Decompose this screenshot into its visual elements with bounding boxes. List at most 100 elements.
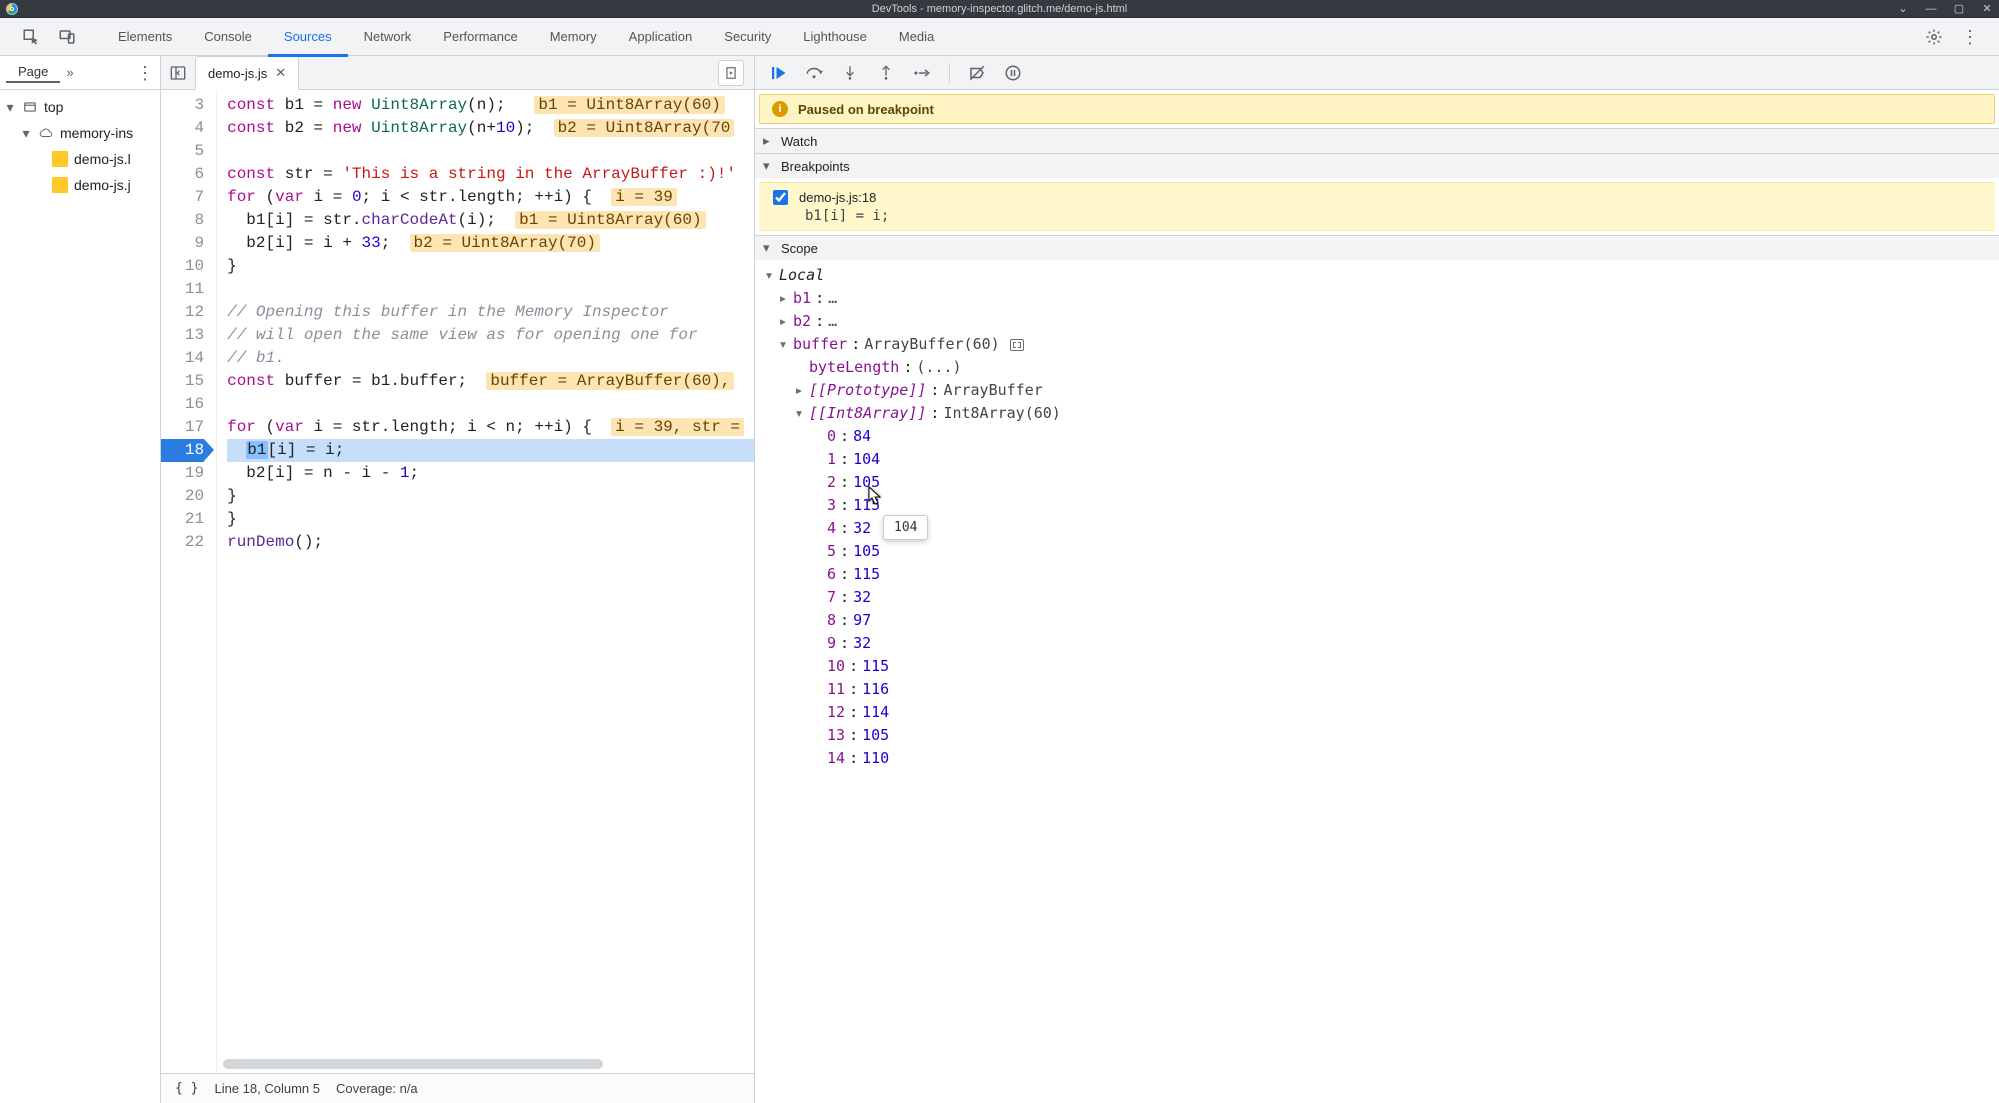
code-line[interactable]: [227, 278, 754, 301]
breakpoint-row[interactable]: demo-js.js:18 b1[i] = i;: [759, 182, 1995, 231]
code-editor[interactable]: 345678910111213141516171819202122 const …: [161, 90, 754, 1073]
code-line[interactable]: b1[i] = i;: [227, 439, 754, 462]
scope-array-item[interactable]: 12: 114: [755, 701, 1999, 724]
scope-var-b2[interactable]: ▸b2: …: [755, 310, 1999, 333]
minimize-icon[interactable]: —: [1925, 3, 1937, 15]
code-line[interactable]: // will open the same view as for openin…: [227, 324, 754, 347]
tree-file-0[interactable]: demo-js.l: [0, 146, 160, 172]
resume-icon[interactable]: [765, 60, 791, 86]
scope-var-buffer[interactable]: ▾buffer: ArrayBuffer(60): [755, 333, 1999, 356]
device-toolbar-icon[interactable]: [54, 24, 80, 50]
tab-network[interactable]: Network: [348, 18, 428, 56]
gutter-line[interactable]: 17: [161, 416, 204, 439]
scope-array-item[interactable]: 0: 84: [755, 425, 1999, 448]
gutter-line[interactable]: 3: [161, 94, 204, 117]
code-line[interactable]: for (var i = 0; i < str.length; ++i) { i…: [227, 186, 754, 209]
code-line[interactable]: // b1.: [227, 347, 754, 370]
code-line[interactable]: b2[i] = i + 33; b2 = Uint8Array(70): [227, 232, 754, 255]
gear-icon[interactable]: [1921, 24, 1947, 50]
code-line[interactable]: }: [227, 508, 754, 531]
tree-file-1[interactable]: demo-js.j: [0, 172, 160, 198]
step-out-icon[interactable]: [873, 60, 899, 86]
scope-array-item[interactable]: 13: 105: [755, 724, 1999, 747]
gutter-line[interactable]: 15: [161, 370, 204, 393]
code-line[interactable]: const buffer = b1.buffer; buffer = Array…: [227, 370, 754, 393]
code-line[interactable]: }: [227, 255, 754, 278]
scope-array-item[interactable]: 10: 115: [755, 655, 1999, 678]
gutter-line[interactable]: 21: [161, 508, 204, 531]
scope-var-b1[interactable]: ▸b1: …: [755, 287, 1999, 310]
code-line[interactable]: b2[i] = n - i - 1;: [227, 462, 754, 485]
gutter-line[interactable]: 9: [161, 232, 204, 255]
pane-watch-header[interactable]: ▸ Watch: [755, 129, 1999, 153]
breakpoint-checkbox[interactable]: [773, 190, 788, 205]
tab-lighthouse[interactable]: Lighthouse: [787, 18, 883, 56]
scope-local[interactable]: ▾Local: [755, 264, 1999, 287]
tab-application[interactable]: Application: [613, 18, 709, 56]
code-line[interactable]: const str = 'This is a string in the Arr…: [227, 163, 754, 186]
gutter-line[interactable]: 13: [161, 324, 204, 347]
tab-media[interactable]: Media: [883, 18, 950, 56]
gutter-line[interactable]: 22: [161, 531, 204, 554]
pretty-print-icon[interactable]: { }: [175, 1081, 198, 1096]
tab-memory[interactable]: Memory: [534, 18, 613, 56]
scope-array-item[interactable]: 11: 116: [755, 678, 1999, 701]
gutter-line[interactable]: 19: [161, 462, 204, 485]
inspect-element-icon[interactable]: [18, 24, 44, 50]
scope-array-item[interactable]: 9: 32: [755, 632, 1999, 655]
close-tab-icon[interactable]: ✕: [275, 65, 286, 81]
step-into-icon[interactable]: [837, 60, 863, 86]
more-menu-icon[interactable]: ⋮: [1957, 24, 1983, 50]
toggle-navigator-icon[interactable]: [165, 60, 191, 86]
editor-horizontal-scrollbar[interactable]: [219, 1059, 750, 1071]
code-line[interactable]: b1[i] = str.charCodeAt(i); b1 = Uint8Arr…: [227, 209, 754, 232]
scope-bytelength[interactable]: byteLength: (...): [755, 356, 1999, 379]
gutter-line[interactable]: 5: [161, 140, 204, 163]
navigator-tab-page[interactable]: Page: [6, 62, 60, 83]
scope-prototype[interactable]: ▸[[Prototype]]: ArrayBuffer: [755, 379, 1999, 402]
step-icon[interactable]: [909, 60, 935, 86]
scope-array-item[interactable]: 3: 115: [755, 494, 1999, 517]
gutter-line[interactable]: 11: [161, 278, 204, 301]
code-line[interactable]: [227, 140, 754, 163]
gutter-line[interactable]: 16: [161, 393, 204, 416]
gutter-line[interactable]: 14: [161, 347, 204, 370]
tab-security[interactable]: Security: [708, 18, 787, 56]
scope-array-item[interactable]: 4: 32: [755, 517, 1999, 540]
code-line[interactable]: runDemo();: [227, 531, 754, 554]
scope-int8array[interactable]: ▾[[Int8Array]]: Int8Array(60): [755, 402, 1999, 425]
code-line[interactable]: }: [227, 485, 754, 508]
pause-on-exceptions-icon[interactable]: [1000, 60, 1026, 86]
tab-sources[interactable]: Sources: [268, 18, 348, 56]
scope-array-item[interactable]: 14: 110: [755, 747, 1999, 770]
deactivate-breakpoints-icon[interactable]: [964, 60, 990, 86]
gutter-line[interactable]: 12: [161, 301, 204, 324]
tree-node-origin[interactable]: ▾ memory-ins: [0, 120, 160, 146]
gutter-line[interactable]: 4: [161, 117, 204, 140]
run-snippet-icon[interactable]: [718, 60, 744, 86]
scope-array-item[interactable]: 5: 105: [755, 540, 1999, 563]
code-line[interactable]: for (var i = str.length; i < n; ++i) { i…: [227, 416, 754, 439]
gutter-line[interactable]: 8: [161, 209, 204, 232]
scope-array-item[interactable]: 2: 105: [755, 471, 1999, 494]
scope-array-item[interactable]: 6: 115: [755, 563, 1999, 586]
code-line[interactable]: // Opening this buffer in the Memory Ins…: [227, 301, 754, 324]
tab-performance[interactable]: Performance: [427, 18, 533, 56]
pane-scope-header[interactable]: ▾ Scope: [755, 236, 1999, 260]
tree-node-top[interactable]: ▾ top: [0, 94, 160, 120]
scope-array-item[interactable]: 7: 32: [755, 586, 1999, 609]
close-window-icon[interactable]: ✕: [1981, 3, 1993, 15]
pane-breakpoints-header[interactable]: ▾ Breakpoints: [755, 154, 1999, 178]
gutter-line[interactable]: 7: [161, 186, 204, 209]
memory-inspector-icon[interactable]: [1010, 339, 1024, 351]
maximize-icon[interactable]: ▢: [1953, 3, 1965, 15]
navigator-overflow-icon[interactable]: »: [66, 65, 73, 80]
step-over-icon[interactable]: [801, 60, 827, 86]
navigator-more-icon[interactable]: ⋮: [136, 64, 154, 82]
editor-file-tab[interactable]: demo-js.js ✕: [195, 56, 299, 90]
chevron-down-icon[interactable]: ⌄: [1897, 3, 1909, 15]
code-line[interactable]: const b2 = new Uint8Array(n+10); b2 = Ui…: [227, 117, 754, 140]
scope-array-item[interactable]: 8: 97: [755, 609, 1999, 632]
gutter-line[interactable]: 6: [161, 163, 204, 186]
gutter-line[interactable]: 18: [161, 439, 204, 462]
